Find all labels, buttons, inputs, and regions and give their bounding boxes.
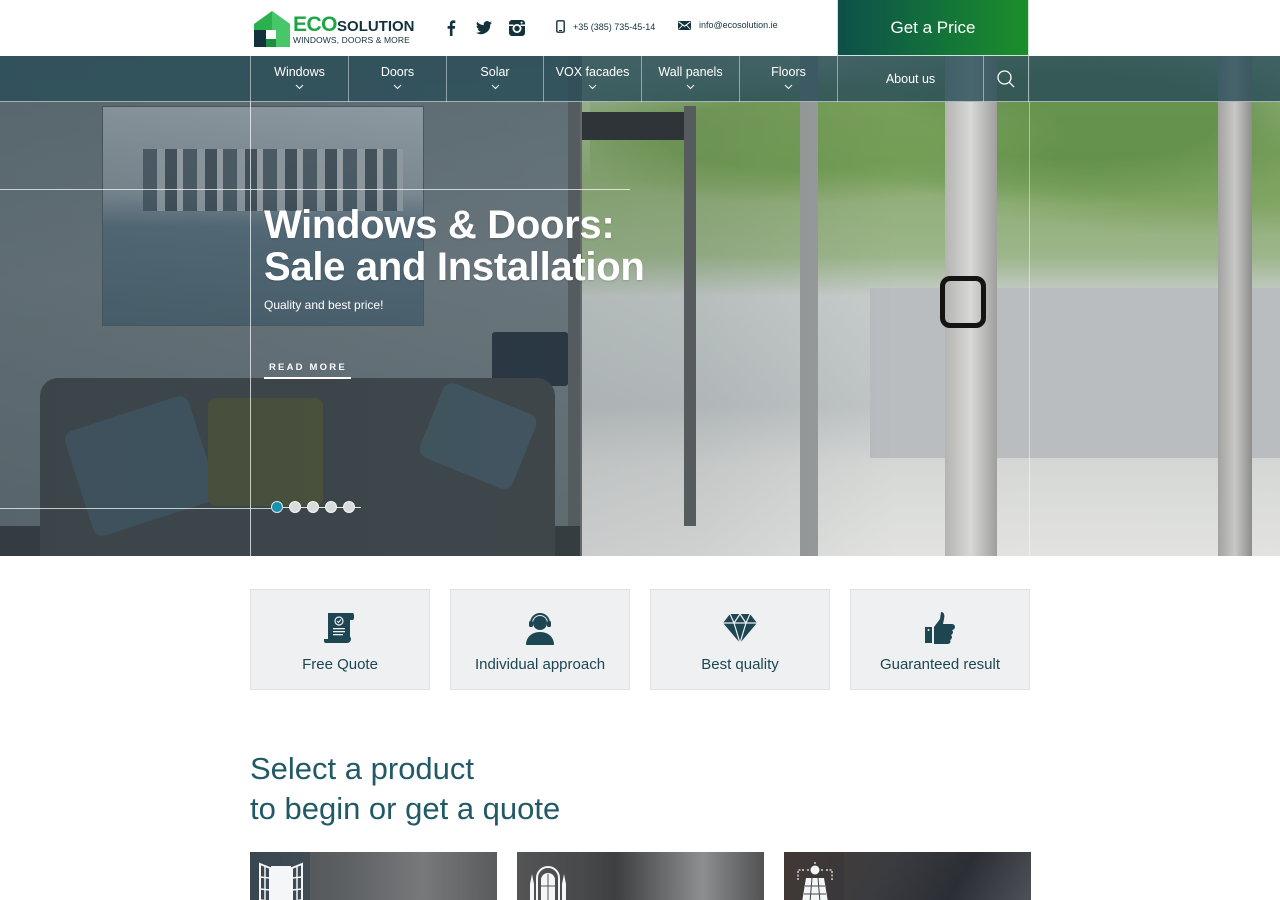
product-card-doors[interactable] (517, 852, 764, 900)
nav-item-solar[interactable]: Solar (446, 56, 543, 102)
product-card-solar[interactable] (784, 852, 1031, 900)
dot-separator (355, 506, 361, 508)
facebook-icon[interactable] (441, 18, 461, 38)
door-icon (530, 866, 566, 900)
headset-icon (526, 613, 554, 645)
feature-card-individual-approach[interactable]: Individual approach (450, 589, 630, 690)
feature-label: Free Quote (302, 656, 378, 673)
feature-label: Guaranteed result (879, 656, 1001, 673)
window-icon (259, 862, 303, 900)
feature-card-best-quality[interactable]: Best quality (650, 589, 830, 690)
nav-item-about-us[interactable]: About us (837, 56, 983, 102)
slider-pagination (271, 501, 361, 513)
slider-dot-5[interactable] (343, 501, 355, 513)
diamond-icon (723, 612, 757, 646)
slider-dot-4[interactable] (325, 501, 337, 513)
product-cards (250, 852, 1031, 900)
instagram-icon[interactable] (507, 18, 527, 38)
house-logo-icon (254, 11, 290, 47)
chevron-down-icon (686, 84, 695, 90)
email-contact[interactable]: info@ecosolution.ie (678, 20, 778, 30)
hero-subtitle: Quality and best price! (264, 298, 384, 312)
hero-slider: Windows & Doors: Sale and Installation Q… (0, 56, 1280, 556)
hero-title-line2: Sale and Installation (264, 245, 645, 289)
search-button[interactable] (983, 56, 1029, 102)
email-address: info@ecosolution.ie (699, 20, 778, 30)
section-title-line1: Select a product (250, 751, 475, 786)
nav-item-label: Floors (771, 65, 806, 79)
nav-item-label: VOX facades (555, 65, 630, 79)
features-row: Free Quote Individual approach Best qual… (250, 589, 1030, 690)
feature-label: Individual approach (474, 656, 606, 673)
nav-item-wall-panels[interactable]: Wall panels (641, 56, 739, 102)
phone-contact[interactable]: +35 (385) 735-45-14 (556, 20, 655, 33)
nav-item-label: About us (885, 72, 936, 86)
grid-line (250, 56, 251, 556)
slider-dot-1[interactable] (271, 501, 283, 513)
get-price-button[interactable]: Get a Price (837, 0, 1029, 56)
phone-icon (556, 20, 565, 33)
slider-dot-3[interactable] (307, 501, 319, 513)
thumbs-up-icon (925, 612, 955, 644)
product-card-windows[interactable] (250, 852, 497, 900)
chevron-down-icon (588, 84, 597, 90)
grid-line (0, 189, 630, 190)
logo-brand-secondary: SOLUTION (337, 17, 415, 35)
chevron-down-icon (295, 84, 304, 90)
nav-item-label: Solar (480, 65, 510, 79)
grid-line (0, 508, 272, 509)
chevron-down-icon (393, 84, 402, 90)
social-links (441, 18, 527, 38)
search-icon (997, 70, 1015, 88)
logo[interactable]: ECO SOLUTION WINDOWS, DOORS & MORE (253, 9, 418, 49)
phone-number: +35 (385) 735-45-14 (573, 21, 656, 32)
section-title-line2: to begin or get a quote (250, 791, 561, 826)
feature-label: Best quality (701, 656, 779, 673)
feature-card-guaranteed-result[interactable]: Guaranteed result (850, 589, 1030, 690)
top-header: ECO SOLUTION WINDOWS, DOORS & MORE +35 (… (0, 0, 1280, 56)
chevron-down-icon (784, 84, 793, 90)
nav-item-label: Windows (274, 65, 325, 79)
nav-item-windows[interactable]: Windows (250, 56, 348, 102)
document-icon (324, 613, 354, 643)
grid-line (1029, 56, 1030, 556)
hero-content: Windows & Doors: Sale and Installation Q… (264, 203, 645, 312)
slider-dot-2[interactable] (289, 501, 301, 513)
hero-title: Windows & Doors: Sale and Installation (264, 203, 645, 289)
solar-panel-icon (797, 862, 833, 900)
chevron-down-icon (491, 84, 499, 90)
feature-card-free-quote[interactable]: Free Quote (250, 589, 430, 690)
main-nav: Windows Doors Solar VOX facades Wall pan… (0, 56, 1280, 102)
envelope-icon (678, 20, 691, 30)
twitter-icon[interactable] (474, 18, 494, 38)
logo-brand-primary: ECO (293, 12, 338, 36)
nav-item-label: Doors (380, 65, 415, 79)
nav-item-label: Wall panels (658, 65, 723, 79)
read-more-link[interactable]: READ MORE (264, 362, 351, 379)
hero-title-line1: Windows & Doors: (264, 203, 615, 247)
nav-item-floors[interactable]: Floors (739, 56, 837, 102)
products-section-title: Select a product to begin or get a quote (250, 749, 560, 829)
logo-tagline: WINDOWS, DOORS & MORE (293, 34, 410, 45)
nav-item-vox-facades[interactable]: VOX facades (543, 56, 641, 102)
nav-item-doors[interactable]: Doors (348, 56, 446, 102)
